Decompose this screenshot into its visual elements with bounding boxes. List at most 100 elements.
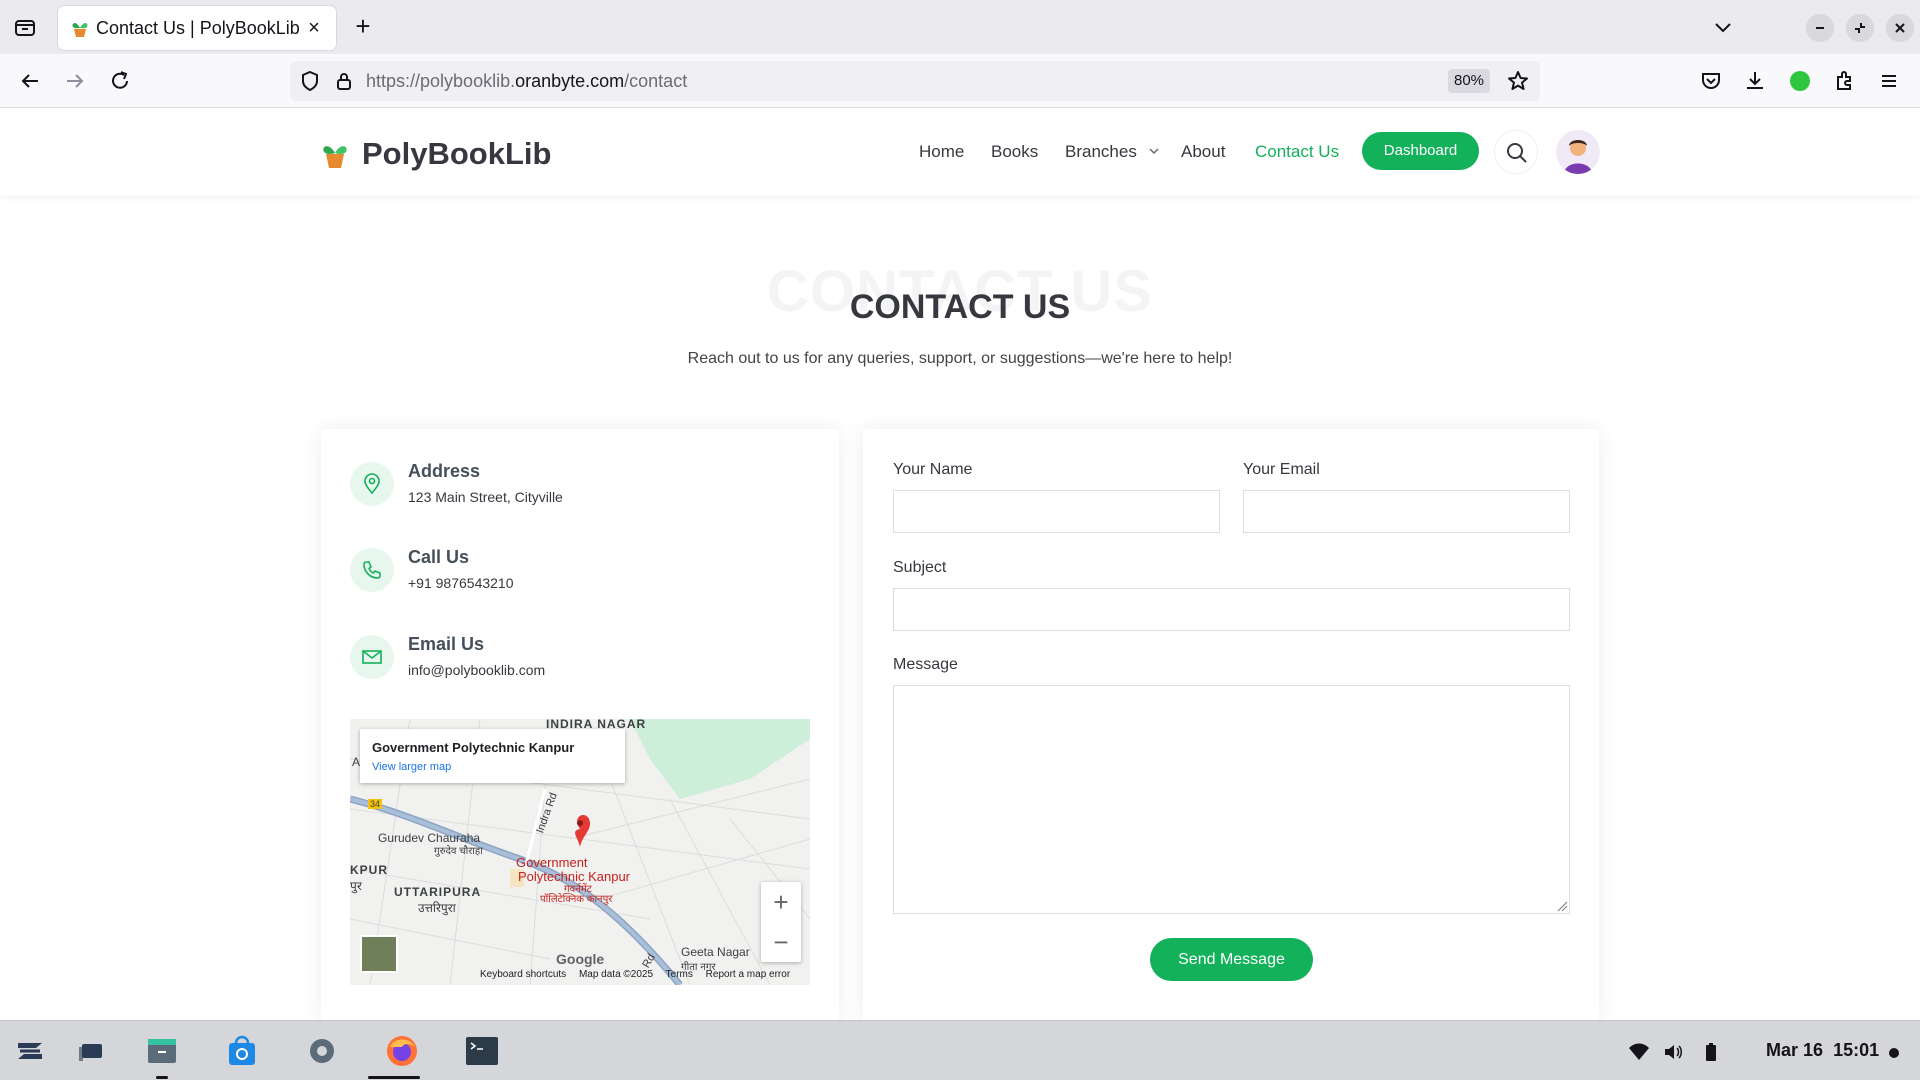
pocket-icon[interactable] bbox=[1697, 67, 1725, 95]
nav-branches[interactable]: Branches bbox=[1065, 142, 1160, 162]
browser-tab-bar: Contact Us | PolyBookLib × + bbox=[0, 0, 1920, 54]
taskbar-clock[interactable]: Mar 16 15:01 bbox=[1766, 1040, 1879, 1061]
plant-favicon-icon bbox=[70, 18, 90, 38]
minimize-window-icon[interactable] bbox=[1806, 14, 1834, 42]
phone-title: Call Us bbox=[408, 547, 470, 567]
address-item: Address 123 Main Street, Cityville bbox=[350, 459, 810, 519]
settings-gear-icon[interactable] bbox=[304, 1033, 340, 1069]
tab-title: Contact Us | PolyBookLib bbox=[96, 18, 300, 38]
restore-window-icon[interactable] bbox=[1846, 14, 1874, 42]
email-item: Email Us info@polybooklib.com bbox=[350, 632, 810, 692]
download-icon[interactable] bbox=[1741, 67, 1769, 95]
tab-list-icon[interactable] bbox=[12, 14, 38, 40]
workspaces-icon[interactable] bbox=[74, 1033, 110, 1069]
dashboard-button[interactable]: Dashboard bbox=[1362, 132, 1479, 170]
volume-icon[interactable] bbox=[1662, 1041, 1684, 1063]
map-label-geeta-nagar: Geeta Nagar bbox=[681, 945, 750, 959]
contact-form-card: Your Name Your Email Subject Message Sen… bbox=[863, 429, 1599, 1024]
active-window-indicator bbox=[368, 1076, 420, 1079]
view-larger-map-link[interactable]: View larger map bbox=[372, 761, 451, 773]
tab-contact-us[interactable]: Contact Us | PolyBookLib × bbox=[58, 6, 336, 50]
extension-status-icon[interactable] bbox=[1786, 67, 1814, 95]
browser-nav-bar: https://polybooklib.oranbyte.com/contact… bbox=[0, 54, 1920, 108]
map-terms-link[interactable]: Terms bbox=[666, 969, 693, 980]
name-input[interactable] bbox=[893, 490, 1220, 533]
close-window-icon[interactable] bbox=[1886, 14, 1914, 42]
subject-input[interactable] bbox=[893, 588, 1570, 631]
send-message-button[interactable]: Send Message bbox=[1150, 938, 1313, 981]
map-zoom-out-button[interactable]: − bbox=[761, 922, 801, 962]
name-label: Your Name bbox=[893, 461, 973, 478]
map-footer: Keyboard shortcuts Map data ©2025 Terms … bbox=[480, 969, 800, 985]
map-pin-icon bbox=[350, 462, 394, 506]
wifi-icon[interactable] bbox=[1628, 1041, 1650, 1063]
bookmark-star-icon[interactable] bbox=[1506, 69, 1530, 98]
map-label-gurudev-hi: गुरुदेव चौराहा bbox=[434, 846, 483, 857]
zorin-menu-icon[interactable] bbox=[12, 1033, 48, 1069]
satellite-toggle-thumbnail[interactable] bbox=[360, 935, 398, 973]
page-title: CONTACT US bbox=[849, 288, 1071, 326]
nav-about[interactable]: About bbox=[1181, 142, 1225, 162]
message-textarea[interactable] bbox=[893, 685, 1570, 914]
forward-arrow-icon[interactable] bbox=[61, 67, 89, 95]
extensions-puzzle-icon[interactable] bbox=[1831, 67, 1859, 95]
search-button[interactable] bbox=[1494, 130, 1538, 174]
user-avatar[interactable] bbox=[1556, 130, 1600, 174]
chevron-down-icon[interactable] bbox=[1712, 16, 1734, 38]
notification-dot-icon[interactable] bbox=[1888, 1046, 1900, 1058]
firefox-icon[interactable] bbox=[384, 1033, 420, 1069]
page-subtitle: Reach out to us for any queries, support… bbox=[687, 350, 1233, 367]
terminal-icon[interactable] bbox=[464, 1033, 500, 1069]
envelope-icon bbox=[350, 635, 394, 679]
nav-contact-us[interactable]: Contact Us bbox=[1255, 142, 1339, 162]
file-manager-icon[interactable] bbox=[144, 1033, 180, 1069]
map-label-gov-poly-1: Government bbox=[516, 855, 588, 870]
google-logo: Google bbox=[556, 951, 605, 967]
clock-time: 15:01 bbox=[1833, 1040, 1880, 1060]
phone-value: +91 9876543210 bbox=[408, 575, 514, 591]
map-label-uttaripura-hi: उत्तरिपुरा bbox=[418, 901, 456, 915]
map-place-title: Government Polytechnic Kanpur bbox=[372, 740, 575, 755]
message-label: Message bbox=[893, 656, 958, 673]
email-title: Email Us bbox=[408, 634, 485, 654]
os-taskbar: Mar 16 15:01 bbox=[0, 1020, 1920, 1080]
email-input[interactable] bbox=[1243, 490, 1570, 533]
phone-icon bbox=[350, 548, 394, 592]
map-label-kpur-hi: पुर bbox=[350, 879, 362, 893]
map-label-a: A bbox=[352, 755, 361, 769]
email-label: Your Email bbox=[1243, 461, 1320, 478]
new-tab-icon[interactable]: + bbox=[350, 13, 376, 40]
reload-icon[interactable] bbox=[106, 67, 134, 95]
shield-icon[interactable] bbox=[298, 69, 322, 98]
back-arrow-icon[interactable] bbox=[16, 67, 44, 95]
zoom-level-badge[interactable]: 80% bbox=[1448, 69, 1491, 93]
map-keyboard-shortcuts-link[interactable]: Keyboard shortcuts bbox=[480, 969, 566, 980]
lock-icon[interactable] bbox=[332, 69, 356, 98]
nav-home[interactable]: Home bbox=[919, 142, 964, 162]
map-zoom-in-button[interactable]: + bbox=[761, 882, 801, 922]
site-header: PolyBookLib Home Books Branches About Co… bbox=[0, 108, 1920, 196]
hamburger-menu-icon[interactable] bbox=[1875, 67, 1903, 95]
battery-icon[interactable] bbox=[1700, 1041, 1722, 1063]
brand-name: PolyBookLib bbox=[362, 136, 552, 171]
map-place-popup: Government Polytechnic Kanpur View large… bbox=[360, 729, 625, 783]
map-label-kpur: KPUR bbox=[350, 863, 389, 877]
url-text[interactable]: https://polybooklib.oranbyte.com/contact bbox=[366, 71, 687, 92]
nav-books[interactable]: Books bbox=[991, 142, 1038, 162]
map-label-uttaripura: UTTARIPURA bbox=[394, 885, 482, 899]
close-tab-icon[interactable]: × bbox=[302, 16, 326, 40]
map-label-gov-poly-hi2: पॉलिटेक्निक कानपुर bbox=[540, 894, 613, 905]
phone-item: Call Us +91 9876543210 bbox=[350, 545, 810, 605]
url-bar[interactable]: https://polybooklib.oranbyte.com/contact… bbox=[290, 61, 1540, 101]
software-store-icon[interactable] bbox=[224, 1033, 260, 1069]
map-label-indira-nagar: INDIRA NAGAR bbox=[546, 719, 647, 731]
chevron-down-icon bbox=[1149, 148, 1159, 155]
map-zoom-control: + − bbox=[761, 882, 801, 962]
embedded-map[interactable]: Government Polytechnic Kanpur View large… bbox=[350, 719, 810, 985]
search-icon bbox=[1507, 143, 1527, 163]
plant-logo-icon bbox=[320, 140, 350, 175]
map-data-attribution: Map data ©2025 bbox=[578, 969, 654, 980]
map-report-error-link[interactable]: Report a map error bbox=[706, 969, 790, 980]
textarea-resize-handle-icon[interactable] bbox=[1556, 900, 1568, 912]
running-indicator bbox=[156, 1076, 168, 1079]
